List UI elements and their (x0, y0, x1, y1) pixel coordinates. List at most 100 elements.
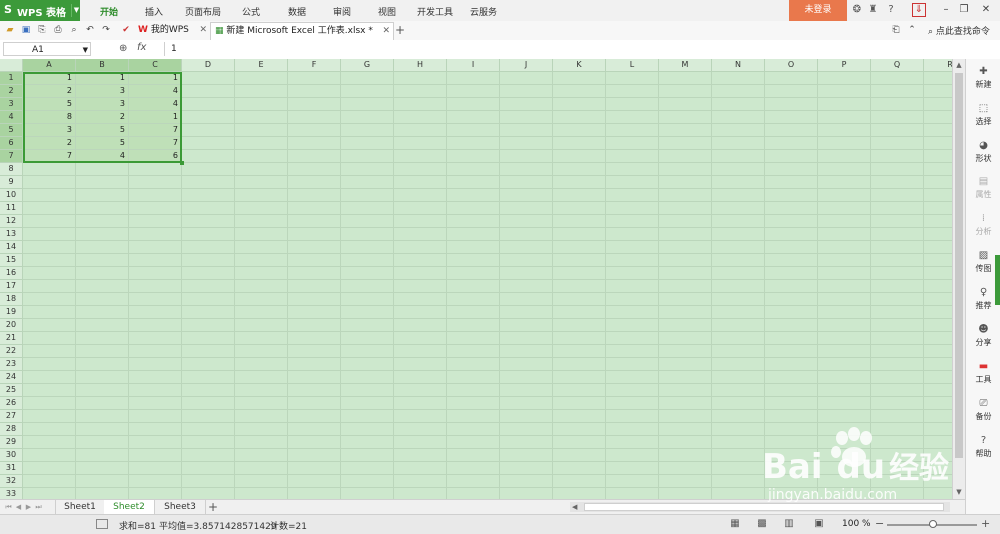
cell-m19[interactable] (659, 306, 712, 319)
cell-k5[interactable] (553, 124, 606, 137)
cell-k19[interactable] (553, 306, 606, 319)
cell-c10[interactable] (129, 189, 182, 202)
cell-b18[interactable] (76, 293, 129, 306)
cell-b19[interactable] (76, 306, 129, 319)
cell-q25[interactable] (871, 384, 924, 397)
cell-j33[interactable] (500, 488, 553, 499)
cell-c18[interactable] (129, 293, 182, 306)
column-header-j[interactable]: J (500, 59, 553, 72)
cell-g33[interactable] (341, 488, 394, 499)
cell-a14[interactable] (23, 241, 76, 254)
cell-e5[interactable] (235, 124, 288, 137)
cell-m2[interactable] (659, 85, 712, 98)
row-header-28[interactable]: 28 (0, 423, 23, 436)
cell-a18[interactable] (23, 293, 76, 306)
cell-f6[interactable] (288, 137, 341, 150)
format-painter-icon[interactable]: ✔ (120, 24, 132, 36)
cell-a33[interactable] (23, 488, 76, 499)
cell-h22[interactable] (394, 345, 447, 358)
cell-m25[interactable] (659, 384, 712, 397)
scroll-left-icon[interactable]: ◀ (572, 502, 577, 512)
row-header-20[interactable]: 20 (0, 319, 23, 332)
cell-g24[interactable] (341, 371, 394, 384)
cell-e10[interactable] (235, 189, 288, 202)
cell-c12[interactable] (129, 215, 182, 228)
cell-h12[interactable] (394, 215, 447, 228)
save-icon[interactable]: ▣ (20, 24, 32, 36)
cell-i6[interactable] (447, 137, 500, 150)
cell-e1[interactable] (235, 72, 288, 85)
cell-l22[interactable] (606, 345, 659, 358)
cell-b7[interactable]: 4 (76, 150, 129, 163)
cell-m16[interactable] (659, 267, 712, 280)
cell-f24[interactable] (288, 371, 341, 384)
cell-c3[interactable]: 4 (129, 98, 182, 111)
row-header-2[interactable]: 2 (0, 85, 23, 98)
close-tab-icon[interactable]: ✕ (199, 22, 207, 39)
task-pane-toggle[interactable] (995, 255, 1000, 305)
cell-f4[interactable] (288, 111, 341, 124)
cell-c19[interactable] (129, 306, 182, 319)
cell-a16[interactable] (23, 267, 76, 280)
cell-q14[interactable] (871, 241, 924, 254)
cell-h6[interactable] (394, 137, 447, 150)
cell-q17[interactable] (871, 280, 924, 293)
cell-l19[interactable] (606, 306, 659, 319)
cell-b11[interactable] (76, 202, 129, 215)
menu-data[interactable]: 数据 (288, 5, 306, 18)
cell-n12[interactable] (712, 215, 765, 228)
shirt-icon[interactable]: ♜ (866, 3, 880, 17)
cell-f19[interactable] (288, 306, 341, 319)
cell-g11[interactable] (341, 202, 394, 215)
column-header-o[interactable]: O (765, 59, 818, 72)
cell-p18[interactable] (818, 293, 871, 306)
cell-f12[interactable] (288, 215, 341, 228)
cell-c14[interactable] (129, 241, 182, 254)
cell-f13[interactable] (288, 228, 341, 241)
cell-q4[interactable] (871, 111, 924, 124)
cell-l12[interactable] (606, 215, 659, 228)
cell-q5[interactable] (871, 124, 924, 137)
cell-p12[interactable] (818, 215, 871, 228)
menu-insert[interactable]: 插入 (145, 5, 163, 18)
cell-c31[interactable] (129, 462, 182, 475)
cell-a25[interactable] (23, 384, 76, 397)
cell-a10[interactable] (23, 189, 76, 202)
cell-e14[interactable] (235, 241, 288, 254)
column-header-a[interactable]: A (23, 59, 76, 72)
column-header-c[interactable]: C (129, 59, 182, 72)
cell-r14[interactable] (924, 241, 952, 254)
cell-d18[interactable] (182, 293, 235, 306)
cell-j32[interactable] (500, 475, 553, 488)
cell-j11[interactable] (500, 202, 553, 215)
cell-f3[interactable] (288, 98, 341, 111)
cell-j23[interactable] (500, 358, 553, 371)
cell-l1[interactable] (606, 72, 659, 85)
cell-m8[interactable] (659, 163, 712, 176)
zoom-slider[interactable] (887, 520, 977, 528)
cell-e29[interactable] (235, 436, 288, 449)
cell-c2[interactable]: 4 (129, 85, 182, 98)
cell-k30[interactable] (553, 449, 606, 462)
cell-g2[interactable] (341, 85, 394, 98)
column-header-f[interactable]: F (288, 59, 341, 72)
row-header-11[interactable]: 11 (0, 202, 23, 215)
cell-k22[interactable] (553, 345, 606, 358)
row-header-10[interactable]: 10 (0, 189, 23, 202)
cell-l26[interactable] (606, 397, 659, 410)
cell-k25[interactable] (553, 384, 606, 397)
cell-a13[interactable] (23, 228, 76, 241)
cell-r9[interactable] (924, 176, 952, 189)
cell-j21[interactable] (500, 332, 553, 345)
cell-l25[interactable] (606, 384, 659, 397)
cell-p10[interactable] (818, 189, 871, 202)
cell-n8[interactable] (712, 163, 765, 176)
cell-c33[interactable] (129, 488, 182, 499)
cell-g32[interactable] (341, 475, 394, 488)
cell-d11[interactable] (182, 202, 235, 215)
cell-f26[interactable] (288, 397, 341, 410)
cell-j25[interactable] (500, 384, 553, 397)
sidebar-analysis[interactable]: ⁞ 分析 (966, 209, 1000, 243)
cell-e8[interactable] (235, 163, 288, 176)
cell-p24[interactable] (818, 371, 871, 384)
